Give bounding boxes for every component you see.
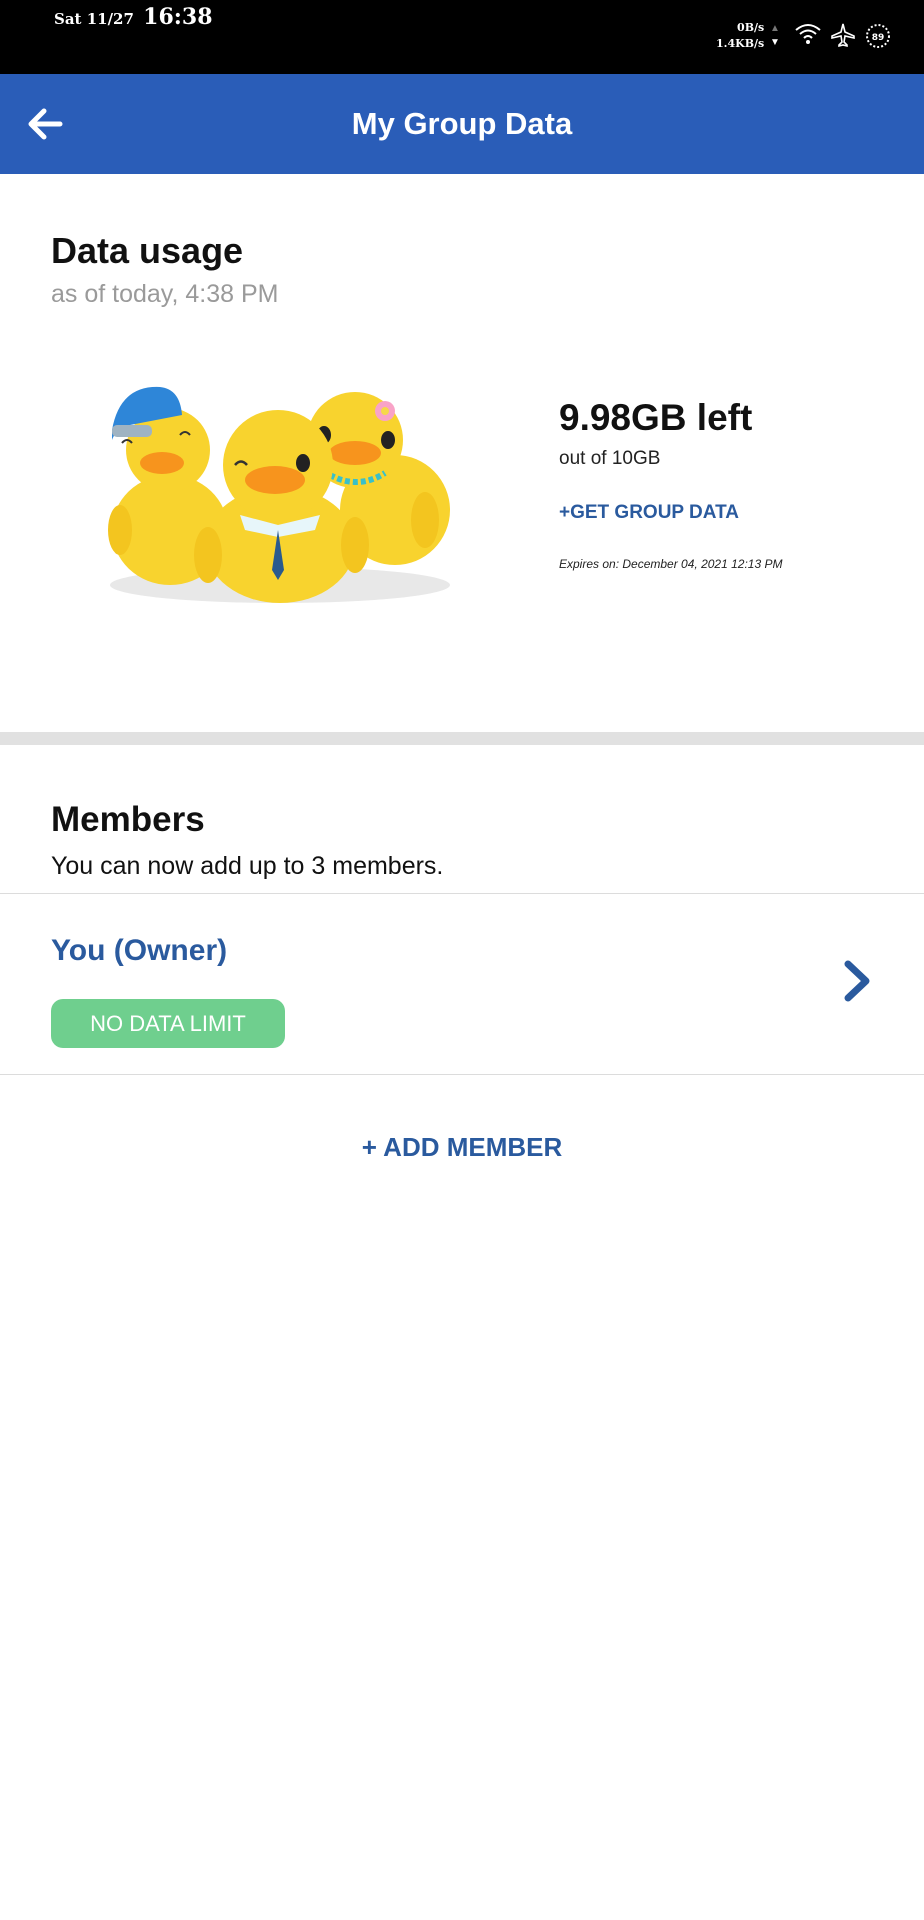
data-expiry: Expires on: December 04, 2021 12:13 PM [559, 557, 783, 571]
battery-level: 89 [872, 33, 885, 43]
data-limit-badge: NO DATA LIMIT [51, 999, 285, 1048]
status-bar: Sat 11/27 16:38 0B/s 1.4KB/s ▲ ▼ 89 [0, 0, 924, 74]
wifi-icon [795, 24, 821, 44]
status-date: Sat 11/27 16:38 [54, 4, 213, 30]
member-name: You (Owner) [51, 934, 228, 967]
arrow-left-icon [28, 108, 63, 140]
data-usage-title: Data usage [51, 230, 244, 271]
app-bar: My Group Data [0, 74, 924, 174]
data-remaining: 9.98GB left [559, 397, 753, 438]
data-usage-timestamp: as of today, 4:38 PM [51, 280, 279, 308]
divider [0, 1074, 924, 1075]
battery-icon: 89 [866, 24, 890, 48]
status-time: 16:38 [143, 4, 213, 30]
ducks-illustration [108, 386, 450, 603]
network-arrows-icon: ▲ ▼ [770, 23, 780, 48]
airplane-mode-icon [831, 23, 855, 48]
network-speed: 0B/s 1.4KB/s [716, 20, 764, 52]
page-title: My Group Data [351, 106, 573, 141]
members-title: Members [51, 800, 205, 839]
back-button[interactable] [22, 100, 70, 148]
download-speed: 1.4KB/s [716, 37, 765, 50]
chevron-right-icon [844, 960, 870, 1002]
data-total: out of 10GB [559, 448, 661, 469]
member-row-owner[interactable]: You (Owner) NO DATA LIMIT [0, 894, 924, 1074]
section-divider [0, 732, 924, 745]
members-subtitle: You can now add up to 3 members. [51, 852, 444, 880]
status-date-text: Sat 11/27 [54, 10, 134, 28]
add-member-button[interactable]: + ADD MEMBER [0, 1132, 924, 1163]
get-group-data-link[interactable]: +GET GROUP DATA [559, 502, 739, 524]
upload-speed: 0B/s [737, 21, 765, 34]
